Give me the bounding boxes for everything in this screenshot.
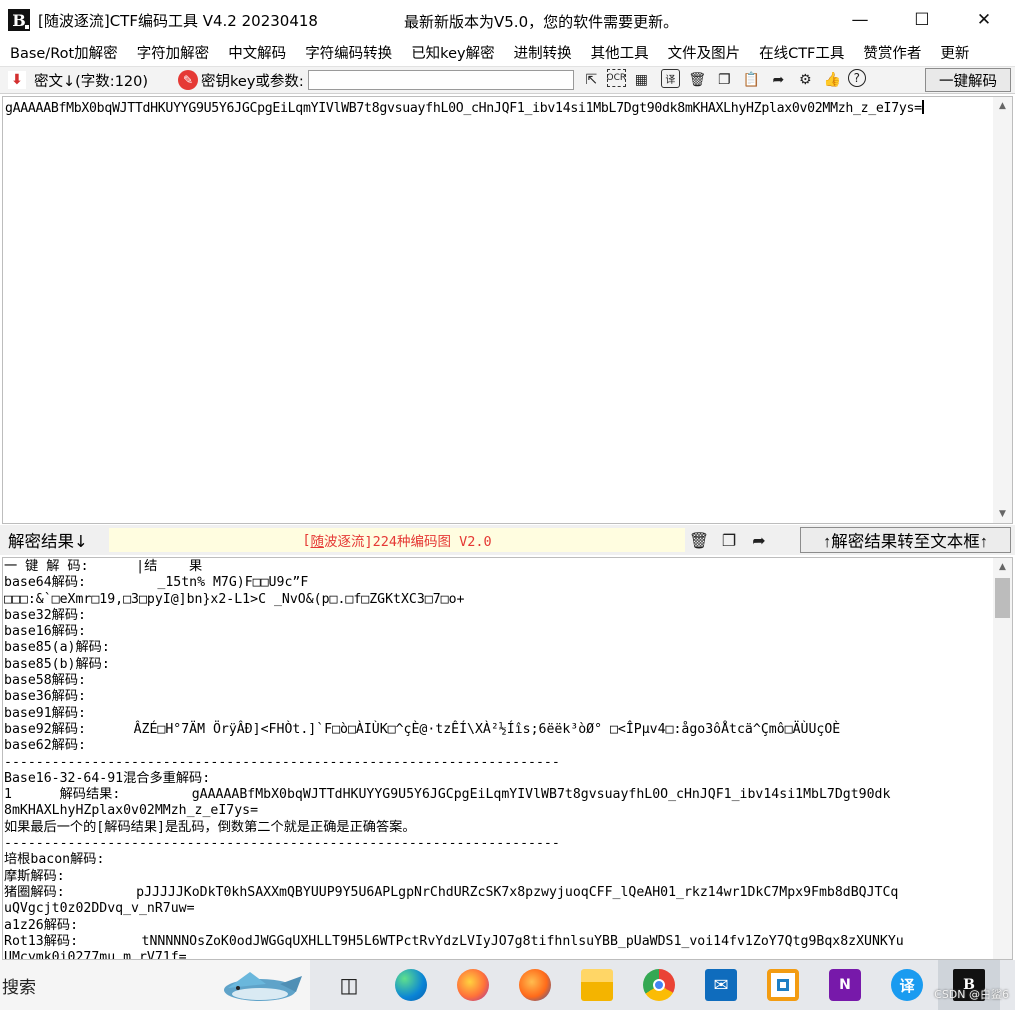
- maximize-button[interactable]: ☐: [891, 0, 953, 40]
- firefox-dev-icon[interactable]: [504, 960, 566, 1010]
- gear-icon[interactable]: ⚙: [794, 69, 817, 91]
- result-bar: 解密结果↓ [随波逐流]224种编码图 V2.0 🗑 ❐ ➦ ↑解密结果转至文本…: [0, 525, 1015, 555]
- result-line: uQVgcjt0z02DDvq_v_nR7uw=: [4, 901, 195, 917]
- result-line: Base16-32-64-91混合多重解码:: [4, 770, 211, 786]
- result-line: UMcymk0i0277mu m rV71f=: [4, 950, 187, 960]
- menu-bar: Base/Rot加解密 字符加解密 中文解码 字符编码转换 已知key解密 进制…: [0, 40, 1015, 64]
- result-line: base36解码:: [4, 689, 86, 705]
- scroll-thumb[interactable]: [995, 578, 1010, 618]
- cipher-scrollbar[interactable]: ▲ ▼: [993, 97, 1012, 523]
- key-input[interactable]: [307, 70, 574, 90]
- result-line: base32解码:: [4, 607, 86, 623]
- result-line: a1z26解码:: [4, 917, 79, 933]
- toolbar: ⬇ 密文↓(字数:120) ✎ 密钥key或参数: ⇱ OCR ▦ 译 🗑 ❐ …: [0, 66, 1015, 94]
- app-logo-icon: B: [8, 9, 30, 31]
- result-line: 摩斯解码:: [4, 868, 65, 884]
- result-line: base92解码: ÂZÉ□H°7ÄM ÖrÿÂÐ]<FHÒt.]`F□ò□ÀI…: [4, 721, 841, 737]
- encoding-chart-banner[interactable]: [随波逐流]224种编码图 V2.0: [109, 528, 685, 552]
- ctf-tool-icon[interactable]: B: [938, 960, 1000, 1010]
- result-line: 如果最后一个的[解码结果]是乱码，倒数第二个就是正确是正确答案。: [4, 819, 416, 835]
- update-notice: 最新新版本为V5.0，您的软件需要更新。: [404, 13, 679, 31]
- result-line: 培根bacon解码:: [4, 852, 105, 868]
- arrow-down-icon: ⬇: [8, 71, 26, 89]
- like-icon[interactable]: 👍: [821, 69, 844, 91]
- menu-base-rot[interactable]: Base/Rot加解密: [0, 42, 127, 63]
- search-highlight-icon: [224, 972, 302, 1001]
- task-view-icon[interactable]: ◫: [318, 960, 380, 1010]
- cipher-text: gAAAAABfMbX0bqWJTTdHKUYYG9U5Y6JGCpgEiLqm…: [5, 101, 922, 116]
- result-line: Rot13解码: tNNNNNOsZoK0odJWGGqUXHLLT9H5L6W…: [4, 933, 904, 949]
- firefox-icon[interactable]: [442, 960, 504, 1010]
- cipher-label: 密文↓(字数:120): [34, 73, 149, 90]
- chrome-icon[interactable]: [628, 960, 690, 1010]
- result-text: 一 键 解 码: |结 果 base64解码: _15tn% M7G)F□□U9c…: [4, 559, 989, 960]
- taskbar-search[interactable]: 搜索: [0, 960, 310, 1010]
- menu-other-tools[interactable]: 其他工具: [581, 42, 658, 63]
- title-bar: B [随波逐流]CTF编码工具 V4.2 20230418 最新新版本为V5.0…: [0, 0, 1015, 40]
- result-copy-icon[interactable]: ❐: [718, 529, 740, 551]
- menu-donate[interactable]: 赞赏作者: [853, 42, 930, 63]
- close-button[interactable]: ✕: [953, 0, 1015, 40]
- result-to-textbox-button[interactable]: ↑解密结果转至文本框↑: [800, 527, 1011, 553]
- menu-files-images[interactable]: 文件及图片: [658, 42, 750, 63]
- scroll-up-icon[interactable]: ▲: [993, 558, 1012, 576]
- text-cursor: [921, 100, 924, 114]
- copy-icon[interactable]: ❐: [713, 69, 736, 91]
- window-title: [随波逐流]CTF编码工具 V4.2 20230418: [38, 11, 318, 30]
- translate-icon[interactable]: 译: [660, 69, 680, 88]
- vmware-icon[interactable]: [752, 960, 814, 1010]
- result-line: 猪圈解码: pJJJJJKoDkT0khSAXXmQBYUUP9Y5U6APLg…: [4, 884, 899, 900]
- cursor-icon[interactable]: ⇱: [580, 69, 603, 91]
- mail-icon[interactable]: ✉: [690, 960, 752, 1010]
- taskbar: 搜索 ◫ ✉ N 译 B CSDN @白鲨6: [0, 960, 1015, 1010]
- share-icon[interactable]: ➦: [767, 69, 790, 91]
- result-line: base85(b)解码:: [4, 656, 110, 672]
- translate-app-icon[interactable]: 译: [876, 960, 938, 1010]
- paste-icon[interactable]: 📋: [740, 69, 763, 91]
- scroll-up-icon[interactable]: ▲: [993, 97, 1012, 115]
- menu-update[interactable]: 更新: [930, 42, 978, 63]
- minimize-button[interactable]: —: [829, 0, 891, 40]
- qr-icon[interactable]: ▦: [630, 69, 653, 91]
- result-line: ----------------------------------------…: [4, 754, 560, 770]
- result-line: □□□:&`□eXmr□19,□3□pyI@]bn}x2-L1>C _NvO&(…: [4, 591, 465, 607]
- menu-char-crypto[interactable]: 字符加解密: [127, 42, 219, 63]
- menu-chinese-decode[interactable]: 中文解码: [218, 42, 295, 63]
- result-line: ----------------------------------------…: [4, 836, 560, 852]
- search-label: 搜索: [2, 977, 36, 998]
- result-line: 一 键 解 码: |结 果: [4, 559, 203, 574]
- cipher-textarea[interactable]: gAAAAABfMbX0bqWJTTdHKUYYG9U5Y6JGCpgEiLqm…: [2, 96, 1013, 524]
- trash-icon[interactable]: 🗑: [686, 69, 709, 91]
- key-label: 密钥key或参数:: [201, 73, 304, 90]
- result-line: base64解码: _15tn% M7G)F□□U9c”F: [4, 575, 309, 591]
- result-line: base16解码:: [4, 624, 86, 640]
- result-share-icon[interactable]: ➦: [748, 529, 770, 551]
- edge-icon[interactable]: [380, 960, 442, 1010]
- result-line: base62解码:: [4, 738, 86, 754]
- result-trash-icon[interactable]: 🗑: [688, 529, 710, 551]
- result-line: base58解码:: [4, 673, 86, 689]
- result-label: 解密结果↓: [8, 532, 88, 551]
- scroll-down-icon[interactable]: ▼: [993, 505, 1012, 523]
- result-line: base91解码:: [4, 705, 86, 721]
- ocr-icon[interactable]: OCR: [607, 69, 626, 87]
- result-line: 8mKHAXLhyHZplax0v02MMzh_z_eI7ys=: [4, 803, 259, 819]
- result-scrollbar[interactable]: ▲: [993, 558, 1012, 959]
- key-icon: ✎: [178, 70, 199, 90]
- onenote-icon[interactable]: N: [814, 960, 876, 1010]
- file-explorer-icon[interactable]: [566, 960, 628, 1010]
- one-click-decode-button[interactable]: 一键解码: [925, 68, 1011, 92]
- menu-radix[interactable]: 进制转换: [504, 42, 581, 63]
- result-line: base85(a)解码:: [4, 640, 110, 656]
- menu-known-key[interactable]: 已知key解密: [401, 42, 503, 63]
- menu-online-ctf[interactable]: 在线CTF工具: [749, 42, 853, 63]
- help-icon[interactable]: ?: [847, 69, 866, 87]
- watermark: CSDN @白鲨6: [934, 988, 1009, 1001]
- result-line: 1 解码结果: gAAAAABfMbX0bqWJTTdHKUYYG9U5Y6JG…: [4, 787, 891, 803]
- result-textarea[interactable]: 一 键 解 码: |结 果 base64解码: _15tn% M7G)F□□U9c…: [2, 557, 1013, 960]
- menu-char-encoding[interactable]: 字符编码转换: [295, 42, 401, 63]
